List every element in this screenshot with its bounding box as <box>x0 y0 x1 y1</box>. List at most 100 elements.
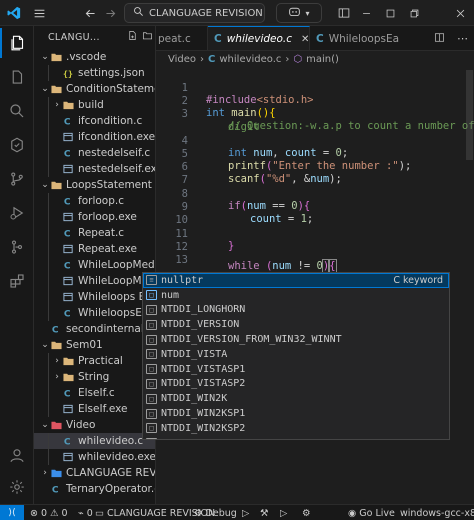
breadcrumb-file[interactable]: whilevideo.c <box>219 54 281 65</box>
suggestion-item[interactable]: □ NTDDI_WIN2KSP2 <box>143 421 449 436</box>
editor-scrollbar[interactable] <box>465 68 474 504</box>
tree-folder[interactable]: › build <box>34 97 155 113</box>
close-window-icon[interactable] <box>452 4 468 22</box>
broadcast-icon: ◉ <box>348 507 357 519</box>
tree-item-label: whilevideo.exe <box>78 451 156 463</box>
constant-icon: □ <box>146 364 157 375</box>
restore-icon[interactable] <box>406 4 422 22</box>
tree-file[interactable]: whilevideo.exe <box>34 449 155 465</box>
more-actions-icon[interactable]: ⋯ <box>457 32 468 45</box>
breadcrumb-folder[interactable]: Video <box>168 54 196 65</box>
search-icon[interactable] <box>0 96 34 126</box>
tree-file[interactable]: Cforloop.c <box>34 193 155 209</box>
tree-item-label: nestedelseif.exe <box>78 163 156 175</box>
tab-repeat[interactable]: peat.c <box>156 26 208 50</box>
minimize-icon[interactable] <box>358 4 374 22</box>
menu-icon[interactable] <box>30 4 48 22</box>
forward-arrow-icon[interactable] <box>102 4 118 22</box>
keyword-icon: ≡ <box>146 275 157 286</box>
tree-item-label: ConditionStatement <box>66 83 155 95</box>
tree-file[interactable]: Whileloops Easy... <box>34 289 155 305</box>
code-line: 6 scanf("%d", &num); <box>181 161 342 185</box>
tree-file[interactable]: nestedelseif.exe <box>34 161 155 177</box>
source-control-icon[interactable] <box>0 164 34 194</box>
extensions-icon[interactable] <box>0 266 34 296</box>
tree-file[interactable]: C Repeat.c <box>34 225 155 241</box>
problems-indicator[interactable]: ⊗ 0 ⚠ 0 <box>30 505 68 520</box>
tree-item-label: Practical <box>78 355 123 367</box>
new-file-icon[interactable] <box>127 30 138 44</box>
tree-item-label: Repeat.c <box>78 227 125 239</box>
account-icon[interactable] <box>0 440 34 470</box>
tree-file[interactable]: ElseIf.exe <box>34 401 155 417</box>
remote-indicator[interactable]: ⟩⟨ <box>0 505 24 520</box>
git-graph-icon[interactable] <box>0 232 34 262</box>
ports-indicator[interactable]: ⌁ 0 <box>78 505 93 520</box>
suggestion-item[interactable]: □ NTDDI_WIN2KSP1 <box>143 406 449 421</box>
tree-file[interactable]: Cifcondition.c <box>34 113 155 129</box>
tab-whilevideo[interactable]: C whilevideo.c ✕ <box>208 26 310 50</box>
explorer-icon[interactable] <box>0 28 34 58</box>
suggestion-item[interactable]: □ NTDDI_VISTASP1 <box>143 362 449 377</box>
chevron-down-icon: ⌄ <box>41 340 49 350</box>
settings-gear-icon[interactable] <box>0 472 34 502</box>
copilot-chat-icon[interactable] <box>0 130 34 160</box>
tree-file[interactable]: C WhileLoopMediu... <box>34 257 155 273</box>
tasks-button[interactable]: ⚙ <box>302 505 311 520</box>
suggestion-item[interactable]: □ num <box>143 288 449 303</box>
suggestion-item[interactable]: □ NTDDI_VERSION_FROM_WIN32_WINNT <box>143 332 449 347</box>
suggestion-item[interactable]: □ NTDDI_VERSION <box>143 317 449 332</box>
suggestion-item[interactable]: □ NTDDI_VISTA <box>143 347 449 362</box>
status-bar: ⟩⟨ ⊗ 0 ⚠ 0 ⌁ 0 ▭ CLANGUAGE REVISION ⚙ Debug ▷… <box>0 504 474 520</box>
indent-guide <box>48 305 49 321</box>
suggestion-item[interactable]: □ NTDDI_WIN2K <box>143 391 449 406</box>
tree-file[interactable]: {} settings.json <box>34 65 155 81</box>
c-file-icon: C <box>63 196 74 208</box>
run-file-button[interactable]: ▷ <box>280 505 287 520</box>
breadcrumb-symbol[interactable]: main() <box>306 54 339 65</box>
debug-button[interactable]: ⚙ Debug <box>194 505 237 520</box>
tree-file[interactable]: CWhileloopsEasy... <box>34 305 155 321</box>
back-arrow-icon[interactable] <box>82 4 98 22</box>
tab-whileloopseasy[interactable]: C WhileloopsEa <box>310 26 430 50</box>
new-folder-icon[interactable] <box>142 30 153 44</box>
tree-folder[interactable]: ⌄ Sem01 <box>34 337 155 353</box>
run-button[interactable]: ▷ <box>242 505 249 520</box>
tree-folder[interactable]: ⌄ Video <box>34 417 155 433</box>
tree-file[interactable]: Repeat.exe <box>34 241 155 257</box>
suggestion-item[interactable]: ≡ nullptr C keyword <box>143 273 449 288</box>
tree-file[interactable]: C TernaryOperator.c <box>34 481 155 497</box>
constant-icon: □ <box>146 393 157 404</box>
tree-folder[interactable]: ⌄ .vscode <box>34 49 155 65</box>
tree-item-label: CLANGUAGE REVI... <box>66 467 156 479</box>
go-live-button[interactable]: ◉ Go Live <box>348 505 395 520</box>
scrollbar-thumb[interactable] <box>466 70 473 160</box>
split-editor-icon[interactable] <box>434 32 445 46</box>
tree-folder[interactable]: ⌄ ConditionStatement <box>34 81 155 97</box>
tree-file[interactable]: C ElseIf.c <box>34 385 155 401</box>
tree-file[interactable]: Csecondinternal.c <box>34 321 155 337</box>
tree-file[interactable]: ifcondition.exe <box>34 129 155 145</box>
svg-text:C: C <box>52 485 59 494</box>
files-icon[interactable] <box>0 62 34 92</box>
tree-file[interactable]: WhileLoopMedi... <box>34 273 155 289</box>
tree-folder[interactable]: ⌄ LoopsStatement <box>34 177 155 193</box>
suggestion-item[interactable]: □ NTDDI_WIN2KSP3 <box>143 436 449 439</box>
run-debug-icon[interactable] <box>0 198 34 228</box>
command-center-search[interactable]: CLANGUAGE REVISION <box>124 3 265 23</box>
compiler-config[interactable]: windows-gcc-x86 <box>400 505 474 520</box>
suggestion-item[interactable]: □ NTDDI_LONGHORN <box>143 303 449 318</box>
tree-folder[interactable]: › CLANGUAGE REVI... <box>34 465 155 481</box>
tree-folder[interactable]: › String <box>34 369 155 385</box>
build-button[interactable]: ⚒ <box>260 505 269 520</box>
tree-file[interactable]: forloop.exe <box>34 209 155 225</box>
copilot-button[interactable]: ▾ <box>276 3 322 23</box>
suggestion-label: nullptr <box>161 274 204 286</box>
tree-folder[interactable]: › Practical <box>34 353 155 369</box>
tree-file[interactable]: Cnestedelseif.c <box>34 145 155 161</box>
tree-file[interactable]: Cwhilevideo.c <box>34 433 155 449</box>
maximize-icon[interactable] <box>382 4 398 22</box>
layout-icon[interactable] <box>336 4 352 22</box>
suggestion-item[interactable]: □ NTDDI_VISTASP2 <box>143 377 449 392</box>
close-tab-icon[interactable]: ✕ <box>301 34 309 45</box>
